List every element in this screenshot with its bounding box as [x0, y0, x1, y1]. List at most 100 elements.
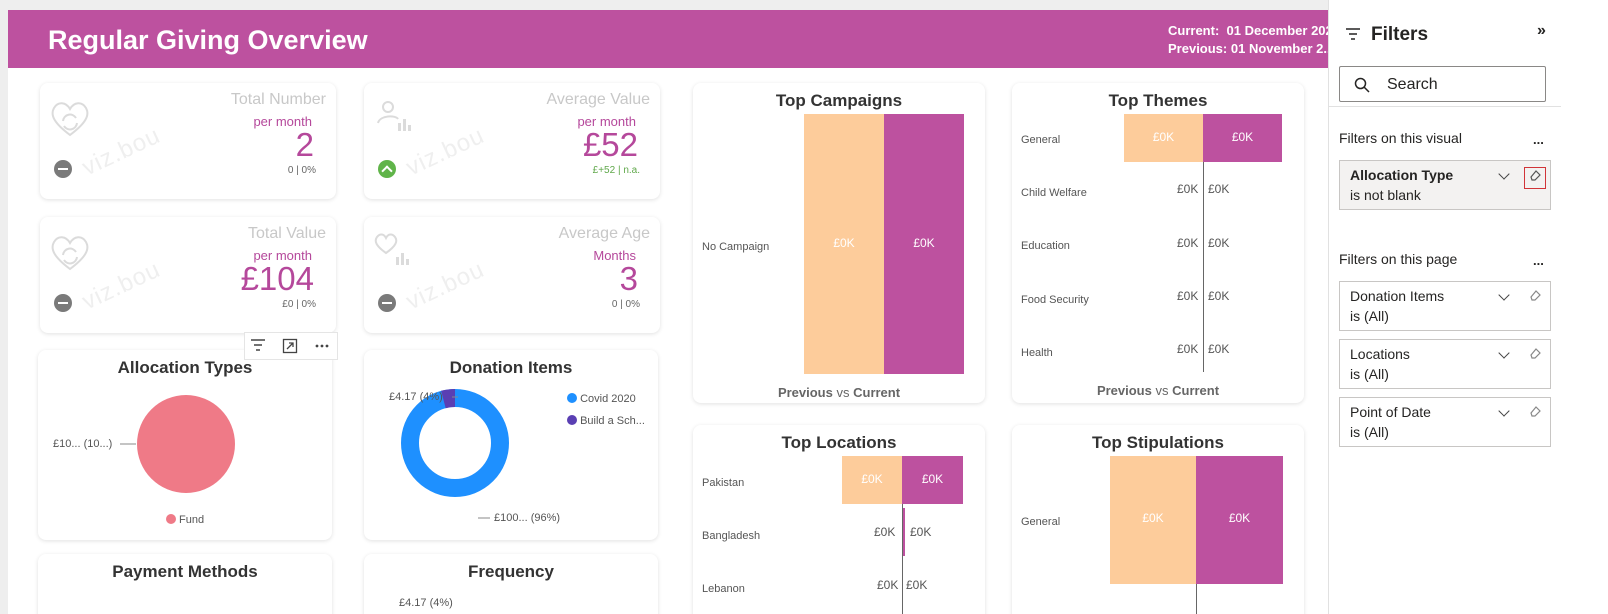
report-page: Regular Giving Overview Current: 01 Dece…: [8, 10, 1368, 614]
top-themes-chart[interactable]: Top Themes General £0K £0K Child Welfare…: [1012, 83, 1304, 403]
bar-current-label: £0K: [910, 525, 932, 539]
chart-title: Top Stipulations: [1092, 433, 1224, 452]
chart-title: Payment Methods: [112, 562, 258, 581]
filter-card-donation-items[interactable]: Donation Items is (All): [1339, 281, 1551, 331]
bar-previous-label: £0K: [1177, 182, 1199, 196]
clear-filter-eraser-icon[interactable]: [1524, 404, 1546, 426]
kpi-change: 0 | 0%: [287, 165, 316, 176]
previous-date: 01 November 2...: [1230, 41, 1335, 56]
legend-previous: Previous: [777, 385, 833, 400]
legend-current: Current: [1172, 383, 1220, 398]
chevron-down-icon[interactable]: [1498, 168, 1510, 180]
filter-search-input[interactable]: Search: [1339, 66, 1546, 102]
category-label: Education: [1021, 240, 1070, 252]
filter-card-allocation-type[interactable]: Allocation Type is not blank: [1339, 160, 1551, 210]
watermark: viz.bou: [401, 255, 489, 316]
status-neutral-icon: [378, 294, 396, 312]
divider: [1329, 106, 1561, 107]
category-label: Lebanon: [702, 583, 745, 595]
payment-methods-chart[interactable]: Payment Methods: [38, 554, 332, 614]
clear-filter-eraser-icon[interactable]: [1524, 346, 1546, 368]
chart-title: Top Campaigns: [775, 91, 903, 110]
bar-previous-label: £0K: [1142, 511, 1164, 525]
clear-filter-eraser-icon[interactable]: [1524, 288, 1546, 310]
category-label: General: [1021, 516, 1061, 528]
search-placeholder: Search: [1387, 76, 1438, 93]
chart-title: Top Locations: [781, 433, 897, 452]
bar-current-label: £0K: [1208, 342, 1230, 356]
slice-label: £10... (10...): [53, 438, 113, 450]
kpi-value: 2: [295, 126, 314, 163]
filter-card-locations[interactable]: Locations is (All): [1339, 339, 1551, 389]
visual-filters-heading: Filters on this visual: [1339, 130, 1462, 146]
kpi-change: £0 | 0%: [282, 299, 316, 310]
collapse-pane-icon[interactable]: »: [1537, 22, 1546, 40]
filters-title: Filters: [1371, 24, 1429, 45]
top-locations-chart[interactable]: Top Locations Pakistan £0K £0K Banglades…: [693, 425, 985, 614]
chevron-down-icon[interactable]: [1498, 405, 1510, 417]
chevron-down-icon[interactable]: [1498, 289, 1510, 301]
bar-current-label: £0K: [906, 578, 928, 592]
top-campaigns-chart[interactable]: Top Campaigns No Campaign £0K £0K Previo…: [693, 83, 985, 403]
heart-chart-icon: [374, 233, 409, 265]
bar-previous-label: £0K: [1177, 236, 1199, 250]
legend-label: Build a Sch...: [580, 415, 645, 427]
clear-filter-eraser-icon[interactable]: [1524, 167, 1546, 189]
filter-name: Point of Date: [1350, 404, 1431, 420]
filter-card-point-of-date[interactable]: Point of Date is (All): [1339, 397, 1551, 447]
filter-icon: [1346, 28, 1360, 40]
bar-previous-label: £0K: [1152, 130, 1175, 144]
bar-current-label: £0K: [1228, 511, 1251, 525]
report-header: Regular Giving Overview Current: 01 Dece…: [8, 10, 1368, 68]
axis-line: [902, 504, 903, 614]
filter-value: is (All): [1350, 424, 1389, 440]
kpi-card-total-value[interactable]: viz.bou Total Value per month £104 £0 | …: [40, 217, 336, 333]
bar-previous-label: £0K: [1177, 289, 1199, 303]
top-stipulations-chart[interactable]: Top Stipulations General £0K £0K: [1012, 425, 1304, 614]
chart-title: Frequency: [468, 562, 554, 581]
page-filters-heading: Filters on this page: [1339, 251, 1458, 267]
legend: Fund: [38, 514, 332, 526]
frequency-chart[interactable]: Frequency £4.17 (4%): [364, 554, 658, 614]
bar-current-label: £0K: [913, 236, 935, 250]
current-date-label: Current:: [1168, 23, 1220, 38]
category-label: Bangladesh: [702, 530, 761, 542]
watermark: viz.bou: [401, 121, 489, 182]
axis-line: [1196, 584, 1197, 614]
kpi-label: Total Value: [248, 225, 326, 242]
previous-date-label: Previous:: [1168, 41, 1228, 56]
page-filters-more-button[interactable]: ...: [1533, 253, 1544, 268]
status-up-icon: [378, 160, 396, 178]
bar-current-label: £0K: [921, 472, 944, 486]
bar-previous-label: £0K: [1177, 342, 1199, 356]
legend-label: Covid 2020: [580, 393, 636, 405]
more-options-icon[interactable]: [313, 338, 331, 356]
kpi-card-average-age[interactable]: viz.bou Average Age Months 3 0 | 0%: [364, 217, 660, 333]
bar-previous-label: £0K: [874, 525, 896, 539]
kpi-card-average-value[interactable]: viz.bou Average Value per month £52 £+52…: [364, 83, 660, 199]
category-label: Child Welfare: [1021, 187, 1087, 199]
bar-previous-label: £0K: [861, 472, 883, 486]
donation-items-chart[interactable]: Donation Items £4.17 (4%) £100... (96%) …: [364, 350, 658, 540]
date-info: Current: 01 December 2023 Previous: 01 N…: [1168, 22, 1340, 58]
category-label: Health: [1021, 347, 1053, 359]
chevron-down-icon[interactable]: [1498, 347, 1510, 359]
comparison-legend: Previous vs Current: [1012, 383, 1304, 398]
donut-slice-build-a-school[interactable]: [441, 388, 456, 409]
pie-slice-fund[interactable]: [137, 395, 235, 493]
kpi-value: 3: [619, 260, 638, 297]
category-label: Pakistan: [702, 477, 745, 489]
filter-value: is (All): [1350, 366, 1389, 382]
visual-filters-more-button[interactable]: ...: [1533, 132, 1544, 147]
legend-item[interactable]: Build a Sch...: [567, 410, 645, 432]
person-chart-icon: [377, 101, 411, 131]
focus-mode-icon[interactable]: [281, 338, 299, 356]
filter-value: is not blank: [1350, 187, 1421, 203]
filter-value: is (All): [1350, 308, 1389, 324]
filter-icon[interactable]: [249, 338, 267, 356]
kpi-card-total-number[interactable]: viz.bou Total Number per month 2 0 | 0%: [40, 83, 336, 199]
legend-dot: [165, 514, 176, 524]
legend-item[interactable]: Covid 2020: [567, 388, 645, 410]
donut-slice-covid-2020[interactable]: [401, 389, 509, 497]
allocation-types-chart[interactable]: Allocation Types £10... (10...) Fund: [38, 350, 332, 540]
